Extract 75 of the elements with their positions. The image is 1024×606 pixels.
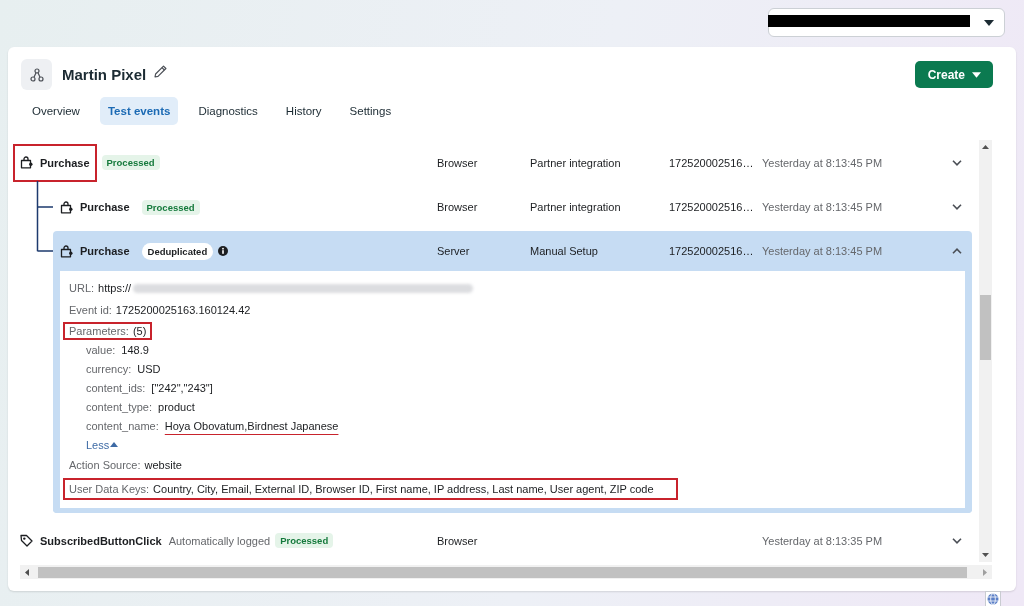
- parameter-value: product: [158, 400, 195, 413]
- user-data-keys-value: Country, City, Email, External ID, Browser ID, First name, IP address, Last name, User agent, ZIP code: [153, 483, 654, 495]
- chevron-icon[interactable]: [952, 159, 962, 166]
- action-source-label: Action Source:: [69, 459, 141, 471]
- status-badge: Processed: [275, 533, 334, 548]
- event-time: Yesterday at 8:13:35 PM: [762, 534, 883, 547]
- chevron-icon[interactable]: [952, 248, 962, 254]
- chevron-icon[interactable]: [952, 204, 962, 210]
- integration-name: Manual Setup: [530, 245, 598, 257]
- scrollbar-thumb[interactable]: [980, 295, 991, 360]
- shopping-bag-icon: [20, 156, 33, 169]
- user-data-keys-label: User Data Keys:: [69, 483, 150, 495]
- event-source: Browser: [437, 534, 478, 547]
- selected-event-row[interactable]: Purchase Deduplicated Server Manual Setup 172520002516… Yesterday at 8:13:45 PM: [53, 231, 972, 271]
- less-link[interactable]: Less: [86, 438, 119, 451]
- caret-icon: [972, 71, 981, 78]
- tag-icon: [20, 534, 33, 547]
- status-badge: Processed: [101, 155, 160, 170]
- event-time: Yesterday at 8:13:45 PM: [762, 245, 883, 257]
- parameter-key: content_type:: [86, 400, 153, 413]
- parameter-value: ["242","243"]: [151, 381, 213, 394]
- event-id-label: Event id:: [69, 304, 112, 316]
- status-badge: Processed: [141, 199, 200, 215]
- shopping-bag-icon: [60, 200, 73, 214]
- caret-icon: [984, 19, 994, 26]
- event-source: Browser: [437, 201, 478, 213]
- event-source: Server: [437, 245, 470, 257]
- integration-name: Partner integration: [530, 156, 621, 169]
- globe-icon[interactable]: [985, 591, 1001, 606]
- tab[interactable]: Overview: [24, 97, 88, 125]
- shopping-bag-icon: [60, 244, 73, 258]
- event-id-value: 1725200025163.160124.42: [115, 304, 251, 316]
- parameter-key: currency:: [86, 362, 132, 375]
- event-name[interactable]: Purchase: [40, 156, 90, 169]
- event-source: Browser: [437, 156, 478, 169]
- arrow-up-icon[interactable]: [982, 145, 989, 149]
- arrow-left-icon[interactable]: [25, 568, 29, 576]
- vertical-scrollbar[interactable]: [979, 140, 992, 562]
- url-label: URL:: [69, 282, 95, 294]
- pixel-name: Martin Pixel: [62, 66, 147, 83]
- event-time: Yesterday at 8:13:45 PM: [762, 201, 883, 213]
- nodes-icon: [21, 59, 52, 90]
- parameter-value: Hoya Obovatum,Birdnest Japanese: [164, 419, 339, 432]
- event-time: Yesterday at 8:13:45 PM: [762, 156, 883, 169]
- pencil-icon[interactable]: [154, 65, 168, 78]
- arrow-down-icon[interactable]: [982, 553, 989, 557]
- parameters-label: Parameters:: [69, 325, 129, 337]
- integration-name: Partner integration: [530, 201, 621, 213]
- tab[interactable]: Settings: [341, 97, 400, 125]
- event-name[interactable]: Purchase: [80, 245, 130, 257]
- parameter-key: content_ids:: [86, 381, 146, 394]
- status-badge: Deduplicated: [141, 242, 214, 260]
- horizontal-scrollbar[interactable]: [20, 565, 992, 579]
- info-icon[interactable]: [218, 246, 229, 256]
- tab[interactable]: Diagnostics: [190, 97, 266, 125]
- url-value: https://: [98, 282, 132, 294]
- tree-connector: [36, 181, 53, 252]
- event-id: 172520002516…: [669, 156, 754, 169]
- event-id: 172520002516…: [669, 201, 754, 213]
- parameters-count: (5): [132, 325, 147, 337]
- scrollbar-thumb[interactable]: [38, 566, 967, 578]
- action-source-value: website: [144, 459, 182, 471]
- tab[interactable]: Test events: [99, 97, 179, 125]
- event-name[interactable]: SubscribedButtonClick: [40, 534, 162, 547]
- tab[interactable]: History: [277, 97, 330, 125]
- parameter-value: 148.9: [121, 343, 149, 356]
- parameter-key: value:: [86, 343, 116, 356]
- event-name[interactable]: Purchase: [80, 201, 130, 213]
- account-dropdown[interactable]: [768, 8, 1005, 37]
- chevron-icon[interactable]: [952, 537, 962, 544]
- create-button[interactable]: Create: [914, 61, 993, 88]
- parameter-key: content_name:: [86, 419, 159, 432]
- event-note: Automatically logged: [168, 534, 271, 547]
- event-id: 172520002516…: [669, 245, 754, 257]
- parameter-value: USD: [137, 362, 161, 375]
